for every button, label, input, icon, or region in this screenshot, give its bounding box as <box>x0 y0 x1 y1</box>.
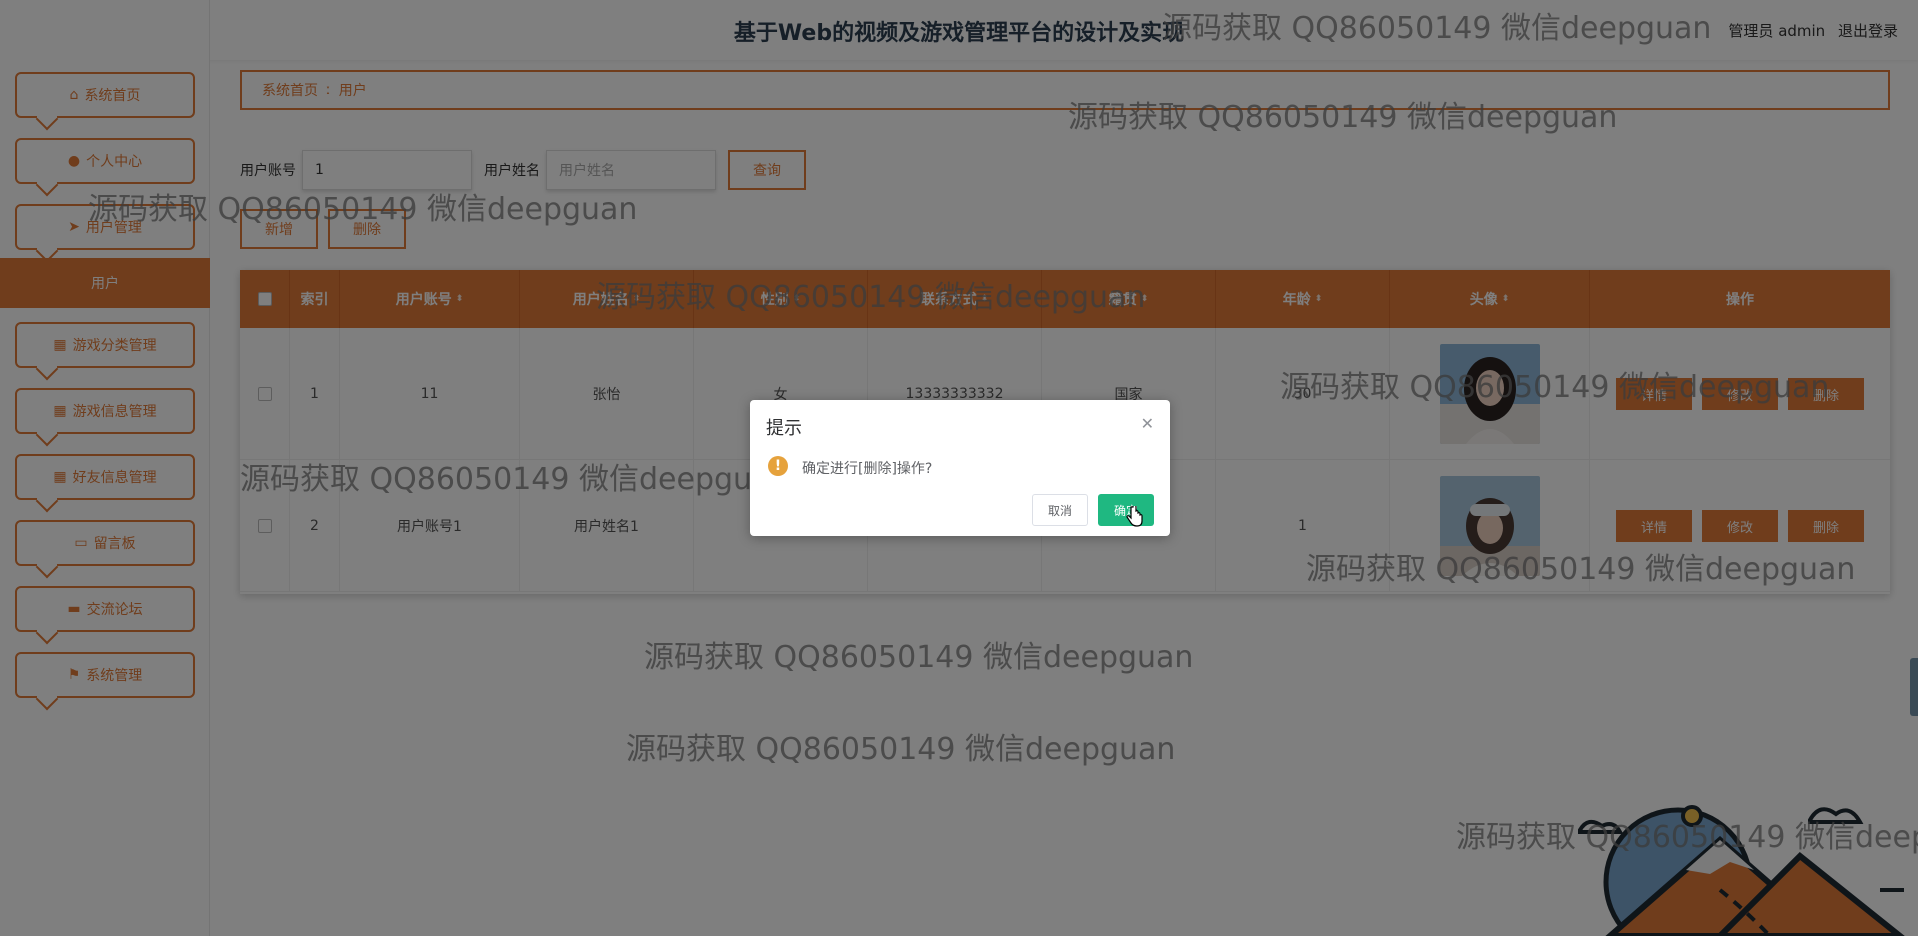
warning-icon: ! <box>768 456 788 476</box>
confirm-dialog: 提示 ✕ ! 确定进行[删除]操作? 取消 确定 <box>750 400 1170 536</box>
close-icon[interactable]: ✕ <box>1141 414 1154 433</box>
watermark-text: 源码获取 QQ86050149 微信deepguan <box>1280 370 1830 405</box>
watermark-text: 源码获取 QQ86050149 微信deepguan <box>644 640 1194 675</box>
dialog-message: 确定进行[删除]操作? <box>802 461 933 477</box>
watermark-text: 源码获取 QQ86050149 微信deepguan <box>1456 820 1918 855</box>
watermark-text: 源码获取 QQ86050149 微信deepguan <box>240 462 790 497</box>
side-tab[interactable] <box>1910 658 1918 716</box>
watermark-text: 源码获取 QQ86050149 微信deepguan <box>596 280 1146 315</box>
watermark-text: 源码获取 QQ86050149 微信deepguan <box>88 192 638 227</box>
watermark-text: 源码获取 QQ86050149 微信deepguan <box>1306 552 1856 587</box>
dialog-title: 提示 <box>766 418 802 439</box>
watermark-text: 源码获取 QQ86050149 微信deepguan <box>1162 11 1712 46</box>
hand-cursor-icon <box>1126 504 1144 532</box>
watermark-text: 源码获取 QQ86050149 微信deepguan <box>1068 100 1618 135</box>
watermark-text: 源码获取 QQ86050149 微信deepguan <box>626 732 1176 767</box>
cancel-button[interactable]: 取消 <box>1032 494 1088 526</box>
